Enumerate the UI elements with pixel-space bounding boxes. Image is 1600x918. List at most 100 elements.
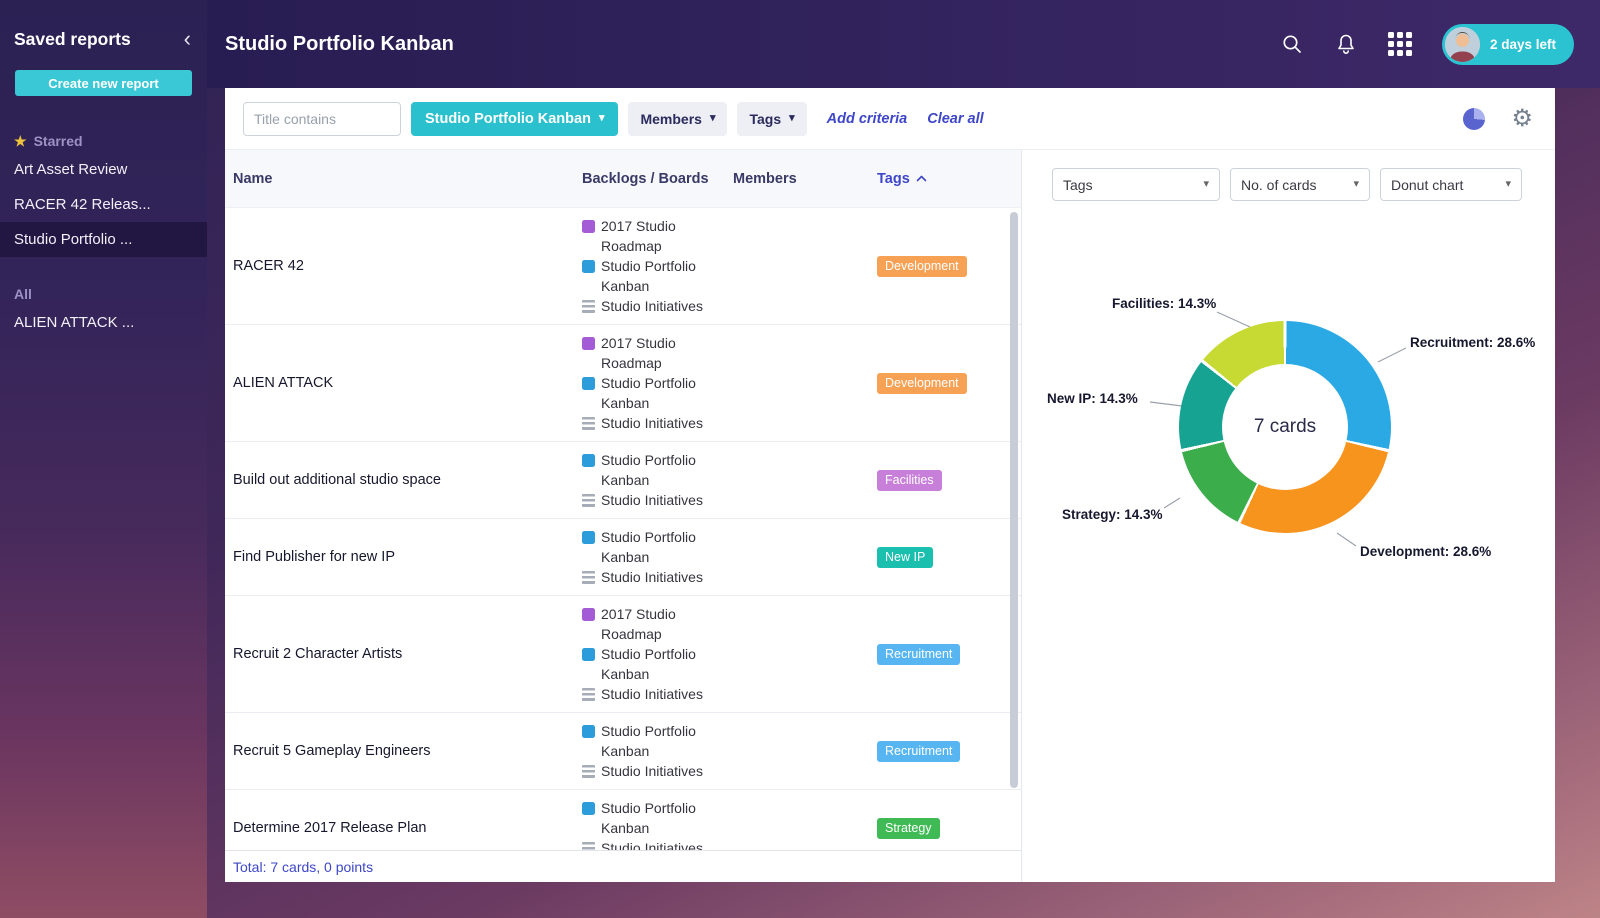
card-boards: Studio Portfolio Kanban Studio Initiativ… (582, 721, 733, 781)
apps-grid-icon[interactable] (1387, 32, 1412, 56)
board-reference[interactable]: Studio Portfolio Kanban (582, 450, 715, 490)
tag-badge: Development (877, 372, 967, 394)
all-section-header: All (0, 283, 207, 305)
table-row[interactable]: Build out additional studio space Studio… (225, 442, 1021, 519)
column-header-backlogs-boards[interactable]: Backlogs / Boards (582, 171, 733, 187)
tags-filter-dropdown[interactable]: Tags ▾ (737, 101, 807, 136)
board-icon (582, 530, 595, 544)
backlog-icon (582, 687, 595, 701)
card-name: Recruit 2 Character Artists (233, 646, 403, 662)
collapse-sidebar-icon[interactable]: ‹ (184, 28, 191, 50)
card-tags: Development (877, 372, 1021, 394)
board-reference[interactable]: Studio Portfolio Kanban (582, 798, 715, 838)
board-reference[interactable]: Studio Initiatives (582, 684, 715, 704)
section-label: All (14, 286, 32, 302)
board-icon (582, 724, 595, 738)
board-reference[interactable]: Studio Initiatives (582, 490, 715, 510)
add-criteria-link[interactable]: Add criteria (827, 111, 908, 127)
board-reference[interactable]: Studio Initiatives (582, 567, 715, 587)
card-name: Recruit 5 Gameplay Engineers (233, 743, 431, 759)
sidebar-item-art-asset-review[interactable]: Art Asset Review (0, 152, 207, 187)
app-header: Studio Portfolio Kanban 2 days left (207, 0, 1600, 88)
column-header-tags[interactable]: Tags (877, 171, 1021, 187)
board-reference[interactable]: 2017 Studio Roadmap (582, 604, 715, 644)
donut-label-strategy: Strategy: 14.3% (1062, 507, 1163, 522)
card-boards: Studio Portfolio Kanban Studio Initiativ… (582, 527, 733, 587)
members-filter-dropdown[interactable]: Members ▾ (628, 101, 728, 136)
user-avatar[interactable] (1444, 26, 1480, 62)
board-reference[interactable]: Studio Initiatives (582, 838, 715, 850)
donut-center-label: 7 cards (1253, 416, 1317, 437)
board-reference[interactable]: 2017 Studio Roadmap (582, 216, 715, 256)
table-row[interactable]: Recruit 2 Character Artists 2017 Studio … (225, 596, 1021, 713)
card-tags: Recruitment (877, 740, 1021, 762)
card-name: Build out additional studio space (233, 472, 441, 488)
table-footer: Total: 7 cards, 0 points (225, 850, 1021, 882)
card-name: RACER 42 (233, 258, 304, 274)
board-reference[interactable]: Studio Portfolio Kanban (582, 373, 715, 413)
table-row[interactable]: Determine 2017 Release Plan Studio Portf… (225, 790, 1021, 850)
board-icon (582, 647, 595, 661)
settings-gear-icon[interactable]: ⚙ (1511, 106, 1533, 131)
board-reference[interactable]: 2017 Studio Roadmap (582, 333, 715, 373)
section-label: Starred (33, 133, 83, 149)
card-name: Determine 2017 Release Plan (233, 820, 427, 836)
sidebar-item-studio-portfolio[interactable]: Studio Portfolio ... (0, 222, 207, 257)
board-reference[interactable]: Studio Initiatives (582, 413, 715, 433)
board-reference[interactable]: Studio Portfolio Kanban (582, 256, 715, 296)
board-filter-dropdown[interactable]: Studio Portfolio Kanban ▾ (411, 101, 619, 136)
board-icon (582, 376, 595, 390)
backlog-icon (582, 841, 595, 850)
tag-badge: Facilities (877, 469, 942, 491)
starred-section-header: ★ Starred (0, 130, 207, 152)
create-report-button[interactable]: Create new report (15, 70, 192, 96)
donut-chart: 7 cards (1179, 321, 1391, 533)
board-icon (582, 453, 595, 467)
sort-asc-icon (916, 175, 927, 182)
tag-badge: Development (877, 255, 967, 277)
sidebar-item-alien-attack[interactable]: ALIEN ATTACK ... (0, 305, 207, 340)
table-row[interactable]: RACER 42 2017 Studio Roadmap Studio Port… (225, 208, 1021, 325)
table-row[interactable]: Recruit 5 Gameplay Engineers Studio Port… (225, 713, 1021, 790)
board-reference[interactable]: Studio Initiatives (582, 761, 715, 781)
chevron-down-icon: ▾ (789, 112, 795, 124)
backlog-icon (582, 416, 595, 430)
clear-all-link[interactable]: Clear all (927, 111, 983, 127)
donut-label-recruitment: Recruitment: 28.6% (1410, 335, 1536, 350)
board-reference[interactable]: Studio Initiatives (582, 296, 715, 316)
table-scrollbar[interactable] (1010, 212, 1018, 788)
board-icon (582, 259, 595, 273)
board-reference[interactable]: Studio Portfolio Kanban (582, 721, 715, 761)
backlog-icon (582, 299, 595, 313)
board-reference[interactable]: Studio Portfolio Kanban (582, 644, 715, 684)
all-section: All ALIEN ATTACK ... (0, 283, 207, 340)
sidebar-item-racer-42-releases[interactable]: RACER 42 Releas... (0, 187, 207, 222)
table-row[interactable]: ALIEN ATTACK 2017 Studio Roadmap Studio … (225, 325, 1021, 442)
chevron-down-icon: ▾ (709, 112, 716, 124)
trial-badge[interactable]: 2 days left (1441, 23, 1574, 65)
notifications-bell-icon[interactable] (1334, 32, 1358, 56)
trial-days-left: 2 days left (1489, 36, 1556, 52)
chart-type-select[interactable]: Donut chart ▾ (1380, 168, 1522, 201)
search-icon[interactable] (1280, 32, 1304, 56)
title-filter-input[interactable] (243, 101, 401, 136)
chevron-down-icon: ▾ (1203, 178, 1209, 190)
chart-panel: Tags ▾ No. of cards ▾ Donut chart ▾ 7 cards (1022, 150, 1555, 882)
total-summary: Total: 7 cards, 0 points (233, 858, 374, 875)
chart-groupby-select[interactable]: Tags ▾ (1052, 168, 1220, 201)
backlog-icon (582, 764, 595, 778)
report-table: Name Backlogs / Boards Members Tags RACE… (225, 150, 1022, 882)
column-header-name[interactable]: Name (233, 171, 582, 187)
chart-measure-select[interactable]: No. of cards ▾ (1230, 168, 1370, 201)
card-name: Find Publisher for new IP (233, 549, 395, 565)
chevron-down-icon: ▾ (1505, 178, 1511, 190)
card-boards: Studio Portfolio Kanban Studio Initiativ… (582, 450, 733, 510)
board-icon (582, 801, 595, 815)
table-row[interactable]: Find Publisher for new IP Studio Portfol… (225, 519, 1021, 596)
column-header-members[interactable]: Members (733, 171, 877, 187)
board-reference[interactable]: Studio Portfolio Kanban (582, 527, 715, 567)
chart-view-icon[interactable] (1463, 107, 1486, 130)
backlog-icon (582, 493, 595, 507)
tag-badge: Recruitment (877, 740, 961, 762)
page-title: Studio Portfolio Kanban (225, 32, 454, 55)
